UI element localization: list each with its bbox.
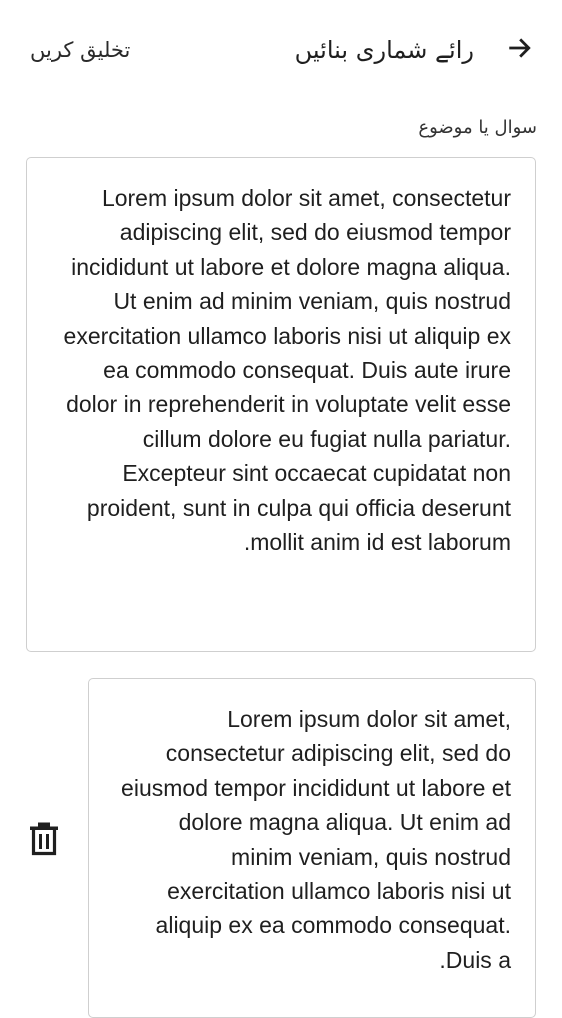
option-row: Lorem ipsum dolor sit amet, consectetur … [0, 678, 562, 1018]
app-header: رائے شماری بنائیں تخلیق کریں [0, 0, 562, 100]
arrow-right-icon [506, 34, 534, 66]
delete-option-button[interactable] [27, 822, 61, 860]
question-input[interactable]: Lorem ipsum dolor sit amet, consectetur … [26, 157, 536, 652]
page-title: رائے شماری بنائیں [294, 36, 474, 64]
back-button[interactable] [500, 30, 540, 70]
option-input[interactable]: Lorem ipsum dolor sit amet, consectetur … [88, 678, 536, 1018]
question-text: Lorem ipsum dolor sit amet, consectetur … [63, 185, 511, 556]
question-label: سوال یا موضوع [418, 117, 537, 138]
trash-icon [29, 822, 59, 860]
option-text: Lorem ipsum dolor sit amet, consectetur … [121, 706, 511, 973]
create-button[interactable]: تخلیق کریں [30, 30, 130, 70]
